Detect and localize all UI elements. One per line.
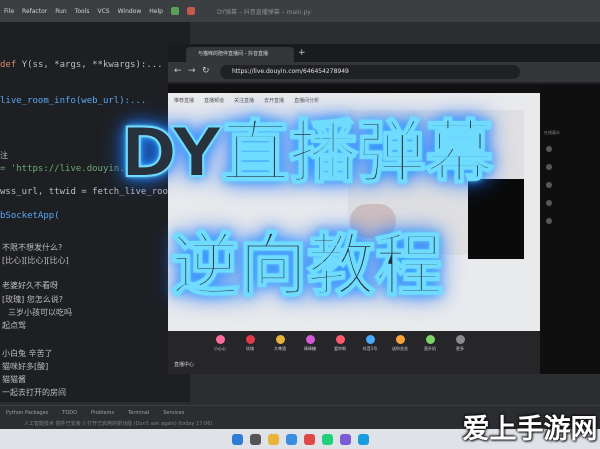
dy-tab[interactable]: 推荐直播: [174, 97, 194, 104]
gift-icon: [365, 335, 375, 344]
menu-refactor[interactable]: Refactor: [22, 8, 47, 15]
console-line: 小白兔 辛苦了: [2, 349, 53, 358]
console-line: [玫瑰] 您怎么说?: [2, 295, 64, 304]
dy-tab[interactable]: 直播频道: [204, 97, 224, 104]
browser-window: 与猫咪的陪伴直播间 - 抖音直播 + ← → ↻ https://live.do…: [168, 44, 600, 374]
forward-icon[interactable]: →: [188, 66, 196, 76]
gift-bar: 小心心 玫瑰 大啤酒 棒棒糖 爱你哟 抖音1号 送你花花 直升机 更多 直播中心: [168, 331, 540, 374]
folder-icon[interactable]: [267, 433, 279, 445]
tool-services[interactable]: Services: [163, 410, 184, 416]
tool-problems[interactable]: Problems: [91, 410, 114, 416]
app-icon[interactable]: [357, 433, 369, 445]
edge-icon[interactable]: [285, 433, 297, 445]
console-line: 三岁小孩可以吃吗: [8, 308, 72, 317]
gift-item[interactable]: 更多: [448, 335, 472, 361]
menu-tools[interactable]: Tools: [75, 8, 90, 15]
start-icon[interactable]: [231, 433, 243, 445]
gift-item[interactable]: 抖音1号: [358, 335, 382, 361]
chat-avatar: [546, 182, 552, 188]
ide-menubar: File Refactor Run Tools VCS Window Help …: [0, 0, 600, 22]
code-line: def Y(ss, *args, **kwargs):...: [0, 60, 163, 70]
overlay-subhead: 逆向教程: [170, 227, 444, 307]
console-line: 不限不想发什么?: [2, 243, 63, 252]
code-line: bSocketApp(: [0, 211, 60, 221]
menu-run[interactable]: Run: [55, 8, 67, 15]
live-center-link[interactable]: 直播中心: [174, 361, 194, 368]
menu-help[interactable]: Help: [149, 8, 163, 15]
console-line: [比心][比心][比心]: [2, 256, 69, 265]
chat-avatar: [546, 164, 552, 170]
console-line: 老婆好久不看呀: [2, 281, 58, 290]
chat-avatar: [546, 200, 552, 206]
gift-item[interactable]: 小心心: [208, 335, 232, 361]
menu-file[interactable]: File: [4, 8, 14, 15]
code-line: live_room_info(web_url):...: [0, 96, 147, 106]
new-tab-icon[interactable]: +: [298, 48, 306, 58]
app-icon[interactable]: [339, 433, 351, 445]
gift-icon: [275, 335, 285, 344]
douyin-nav: 推荐直播 直播频道 关注直播 去开直播 直播间分析: [174, 97, 319, 104]
dy-tab[interactable]: 关注直播: [234, 97, 254, 104]
gift-item[interactable]: 直升机: [418, 335, 442, 361]
overlay-headline: DY直播弹幕: [120, 114, 495, 194]
tool-terminal[interactable]: Terminal: [128, 410, 149, 416]
console-line: 起点驾: [2, 321, 26, 330]
browser-toolbar: ← → ↻ https://live.douyin.com/6464542789…: [168, 62, 600, 82]
tool-python-packages[interactable]: Python Packages: [6, 410, 48, 416]
chat-panel-label: 在线观众: [544, 130, 560, 135]
gift-icon: [395, 335, 405, 344]
gift-item[interactable]: 送你花花: [388, 335, 412, 361]
stop-icon[interactable]: [186, 7, 195, 15]
dy-tab[interactable]: 直播间分析: [294, 97, 319, 104]
browser-tab-strip: 与猫咪的陪伴直播间 - 抖音直播 +: [168, 44, 600, 62]
search-icon[interactable]: [249, 433, 261, 445]
menu-vcs[interactable]: VCS: [98, 8, 110, 15]
chat-avatar: [546, 218, 552, 224]
gift-icon: [305, 335, 315, 344]
pycharm-icon[interactable]: [321, 433, 333, 445]
menu-window[interactable]: Window: [118, 8, 142, 15]
chat-avatar: [546, 146, 552, 152]
code-line: 注: [0, 151, 8, 160]
reload-icon[interactable]: ↻: [202, 66, 210, 76]
gift-icon: [215, 335, 225, 344]
gift-icon: [245, 335, 255, 344]
back-icon[interactable]: ←: [174, 66, 182, 76]
gift-item[interactable]: 大啤酒: [268, 335, 292, 361]
code-editor[interactable]: def Y(ss, *args, **kwargs):... live_room…: [0, 22, 190, 402]
gift-list: 小心心 玫瑰 大啤酒 棒棒糖 爱你哟 抖音1号 送你花花 直升机 更多: [208, 335, 472, 361]
gift-icon: [425, 335, 435, 344]
tool-todo[interactable]: TODO: [62, 410, 77, 416]
dy-tab[interactable]: 去开直播: [264, 97, 284, 104]
gift-icon: [335, 335, 345, 344]
chrome-icon[interactable]: [303, 433, 315, 445]
gift-item[interactable]: 棒棒糖: [298, 335, 322, 361]
console-line: 猫猫酱: [2, 375, 26, 384]
browser-tab[interactable]: 与猫咪的陪伴直播间 - 抖音直播: [186, 47, 294, 62]
site-watermark: 爱上手游网: [462, 414, 598, 445]
run-icon[interactable]: [170, 7, 179, 15]
chat-panel: 在线观众: [540, 84, 600, 374]
douyin-topbar: [168, 84, 540, 93]
gift-icon: [455, 335, 465, 344]
gift-item[interactable]: 爱你哟: [328, 335, 352, 361]
gift-item[interactable]: 玫瑰: [238, 335, 262, 361]
address-bar[interactable]: https://live.douyin.com/646454278949: [220, 65, 520, 79]
console-line: 猫咪好多[酸]: [2, 362, 49, 371]
console-line: 一起去打开的房间: [2, 388, 66, 397]
ide-title: DY弹幕 – 抖音直播弹幕 – main.py: [216, 8, 311, 16]
